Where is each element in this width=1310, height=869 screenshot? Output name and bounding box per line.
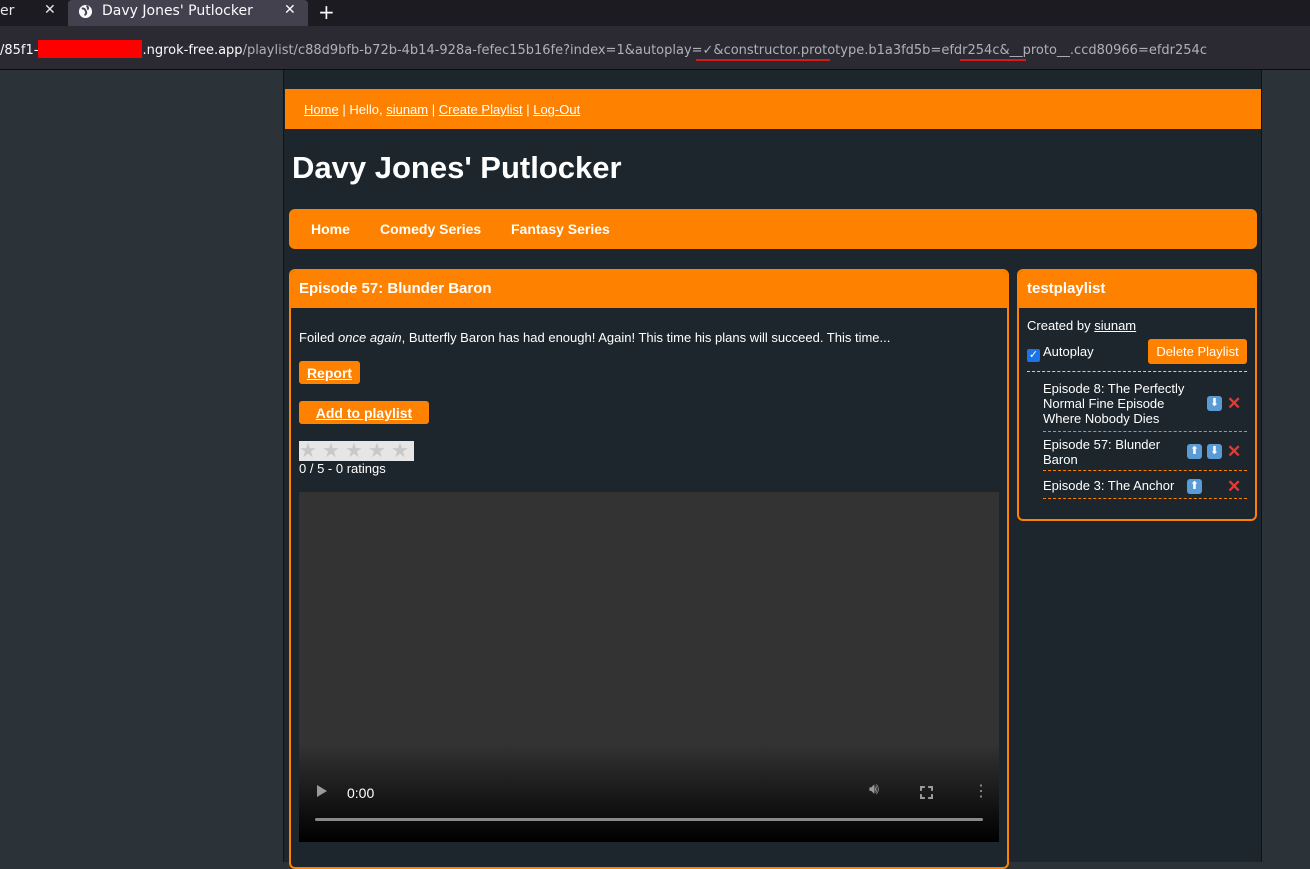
play-icon[interactable]: [317, 785, 327, 797]
browser-tab-previous[interactable]: er ✕: [0, 0, 66, 26]
volume-icon[interactable]: 🔊︎: [869, 781, 879, 799]
playlist-panel: testplaylist Created by siunam ✓ Autoplay…: [1017, 269, 1257, 521]
add-to-playlist-button[interactable]: Add to playlist: [299, 401, 429, 424]
star-rating[interactable]: ★ ★ ★ ★ ★: [299, 441, 414, 461]
top-user-bar: Home | Hello, siunam | Create Playlist |…: [285, 89, 1261, 129]
playlist-item-title[interactable]: Episode 3: The Anchor: [1043, 478, 1195, 493]
page-gutter: [1262, 70, 1310, 862]
move-up-icon[interactable]: ⬆: [1187, 479, 1202, 494]
new-tab-button[interactable]: +: [318, 0, 335, 24]
playlist-item[interactable]: Episode 3: The Anchor ⬆ ✕: [1043, 478, 1247, 499]
desc-text: Foiled: [299, 330, 339, 345]
playlist-item[interactable]: Episode 8: The Perfectly Normal Fine Epi…: [1043, 381, 1247, 432]
autoplay-checkbox[interactable]: ✓: [1027, 349, 1040, 362]
episode-title: Episode 57: Blunder Baron: [291, 271, 1007, 308]
autoplay-toggle[interactable]: ✓ Autoplay: [1027, 344, 1094, 362]
playlist-item-title[interactable]: Episode 8: The Perfectly Normal Fine Epi…: [1043, 381, 1195, 426]
desc-emphasis: once again: [338, 330, 402, 345]
episode-description: Foiled once again, Butterfly Baron has h…: [299, 330, 890, 345]
tab-title: Davy Jones' Putlocker: [102, 3, 253, 19]
logout-link[interactable]: Log-Out: [533, 102, 580, 117]
video-player[interactable]: 0:00 🔊︎ ⋮: [299, 492, 999, 842]
browser-tab-active[interactable]: Davy Jones' Putlocker ✕: [68, 0, 308, 26]
rating-summary: 0 / 5 - 0 ratings: [299, 461, 386, 476]
globe-icon: [78, 4, 93, 19]
video-progress-bar[interactable]: [315, 818, 983, 821]
main-nav: Home Comedy Series Fantasy Series: [289, 209, 1257, 249]
remove-icon[interactable]: ✕: [1227, 443, 1241, 460]
episode-panel: Episode 57: Blunder Baron Foiled once ag…: [289, 269, 1009, 869]
remove-icon[interactable]: ✕: [1227, 478, 1241, 495]
divider: [1027, 371, 1247, 372]
report-button[interactable]: Report: [299, 361, 360, 384]
close-tab-icon[interactable]: ✕: [44, 2, 56, 18]
browser-tab-bar: er ✕ Davy Jones' Putlocker ✕ +: [0, 0, 1310, 26]
address-bar[interactable]: /85f1- .ngrok-free.app/playlist/c88d9bfb-…: [0, 26, 1310, 70]
url-path: /playlist/c88d9bfb-b72b-4b14-928a-fefec1…: [242, 43, 1207, 58]
move-down-icon[interactable]: ⬇: [1207, 444, 1222, 459]
nav-item-fantasy-series[interactable]: Fantasy Series: [511, 221, 610, 237]
site-title: Davy Jones' Putlocker: [292, 150, 622, 185]
star-icon[interactable]: ★: [368, 441, 386, 461]
url-host: .ngrok-free.app: [142, 43, 243, 58]
url-text[interactable]: /85f1- .ngrok-free.app/playlist/c88d9bfb-…: [0, 40, 1207, 58]
star-icon[interactable]: ★: [322, 441, 340, 461]
create-playlist-link[interactable]: Create Playlist: [439, 102, 523, 117]
user-link[interactable]: siunam: [386, 102, 428, 117]
separator: |: [526, 102, 530, 117]
playlist-item-title[interactable]: Episode 57: Blunder Baron: [1043, 437, 1195, 467]
annotation-underline: [696, 59, 830, 61]
move-up-icon[interactable]: ⬆: [1187, 444, 1202, 459]
created-by-label: Created by: [1027, 318, 1091, 333]
star-icon[interactable]: ★: [345, 441, 363, 461]
star-icon[interactable]: ★: [391, 441, 409, 461]
more-options-icon[interactable]: ⋮: [973, 781, 989, 801]
move-down-icon[interactable]: ⬇: [1207, 396, 1222, 411]
hello-text: Hello,: [349, 102, 383, 117]
playlist-owner: Created by siunam: [1027, 318, 1136, 333]
video-time: 0:00: [347, 785, 375, 801]
desc-text: , Butterfly Baron has had enough! Again!…: [401, 330, 891, 345]
nav-item-home[interactable]: Home: [311, 221, 350, 237]
site-container: Home | Hello, siunam | Create Playlist |…: [283, 70, 1262, 869]
autoplay-label: Autoplay: [1043, 344, 1094, 359]
nav-item-comedy-series[interactable]: Comedy Series: [380, 221, 481, 237]
tab-title: er: [0, 3, 15, 19]
owner-link[interactable]: siunam: [1094, 318, 1136, 333]
separator: |: [431, 102, 436, 117]
delete-playlist-button[interactable]: Delete Playlist: [1148, 339, 1247, 364]
remove-icon[interactable]: ✕: [1227, 395, 1241, 412]
url-prefix: /85f1-: [0, 43, 39, 58]
separator: |: [342, 102, 346, 117]
playlist-name: testplaylist: [1019, 271, 1255, 308]
close-tab-icon[interactable]: ✕: [284, 2, 296, 18]
redaction-box: [38, 40, 143, 58]
annotation-underline: [960, 59, 1026, 61]
playlist-item[interactable]: Episode 57: Blunder Baron ⬆ ⬇ ✕: [1043, 437, 1247, 471]
fullscreen-icon[interactable]: [920, 786, 933, 799]
home-link[interactable]: Home: [304, 102, 339, 117]
star-icon[interactable]: ★: [299, 441, 317, 461]
